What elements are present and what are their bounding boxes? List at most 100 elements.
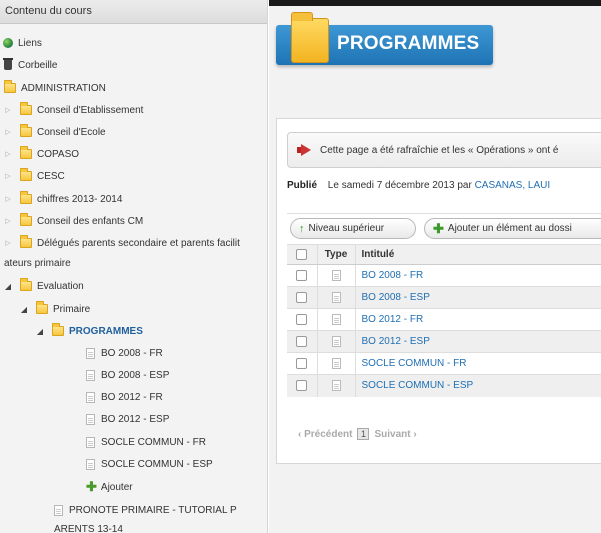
sidebar-item-delegues-parents-wrap: ateurs primaire [0, 252, 267, 274]
pagination: ‹ Précédent 1 Suivant › [298, 428, 417, 440]
expand-arrow-icon[interactable]: ▷ [2, 237, 14, 249]
type-cell [317, 374, 356, 397]
next-button[interactable]: Suivant › [374, 429, 416, 440]
sidebar-item-copaso[interactable]: ▷ COPASO [0, 143, 267, 165]
select-all-checkbox[interactable] [296, 248, 308, 260]
type-cell [317, 286, 356, 309]
published-info: Publié Le samedi 7 décembre 2013 par CAS… [287, 180, 550, 191]
sidebar-item-conseil-ecole[interactable]: ▷ Conseil d'Ecole [0, 121, 267, 143]
add-item-button[interactable]: ✚ Ajouter un élément au dossi [424, 218, 601, 239]
sidebar-item-label: BO 2008 - ESP [101, 369, 170, 381]
expand-arrow-icon[interactable]: ▷ [2, 193, 14, 205]
title-link[interactable]: SOCLE COMMUN - ESP [355, 374, 601, 397]
sidebar-item-conseil-etablissement[interactable]: ▷ Conseil d'Etablissement [0, 99, 267, 121]
document-icon [86, 458, 95, 470]
title-link[interactable]: BO 2008 - ESP [355, 286, 601, 309]
folder-icon [36, 301, 48, 314]
row-checkbox[interactable] [296, 357, 308, 369]
sidebar-item-socle-esp[interactable]: SOCLE COMMUN - ESP [0, 453, 267, 475]
sidebar-item-bo2012-fr[interactable]: BO 2012 - FR [0, 386, 267, 408]
sidebar-item-programmes[interactable]: ◢ PROGRAMMES [0, 320, 267, 342]
title-link[interactable]: BO 2012 - FR [355, 308, 601, 331]
expand-arrow-icon[interactable]: ▷ [2, 126, 14, 138]
sidebar-item-label: SOCLE COMMUN - FR [101, 436, 206, 448]
sidebar-item-label: Primaire [53, 303, 91, 315]
type-cell [317, 264, 356, 287]
sidebar-item-cesc[interactable]: ▷ CESC [0, 165, 267, 187]
title-link[interactable]: BO 2008 - FR [355, 264, 601, 287]
notice-text: Cette page a été rafraîchie et les « Opé… [320, 144, 559, 156]
document-icon [86, 369, 95, 381]
folder-icon [20, 102, 32, 115]
published-date: Le samedi 7 décembre 2013 par [327, 180, 475, 191]
add-icon: ✚ [86, 479, 97, 494]
row-checkbox[interactable] [296, 335, 308, 347]
table-row: BO 2012 - FR [287, 308, 601, 331]
sidebar-item-conseil-enfants[interactable]: ▷ Conseil des enfants CM [0, 210, 267, 232]
document-icon [331, 313, 341, 325]
row-select-cell [287, 330, 318, 353]
sidebar-item-bo2008-fr[interactable]: BO 2008 - FR [0, 342, 267, 364]
sidebar-item-label: Conseil d'Ecole [37, 126, 106, 138]
expand-arrow-icon[interactable]: ▷ [2, 170, 14, 182]
collapse-arrow-icon[interactable]: ◢ [18, 303, 30, 315]
sidebar-item-chiffres[interactable]: ▷ chiffres 2013- 2014 [0, 188, 267, 210]
document-icon [86, 413, 95, 425]
expand-arrow-icon[interactable]: ▷ [2, 104, 14, 116]
type-cell [317, 308, 356, 331]
folder-icon [291, 12, 329, 63]
sidebar-item-corbeille[interactable]: Corbeille [0, 54, 267, 76]
table-row: SOCLE COMMUN - ESP [287, 374, 601, 397]
type-cell [317, 352, 356, 375]
sidebar-item-bo2012-esp[interactable]: BO 2012 - ESP [0, 408, 267, 430]
sidebar-item-label: BO 2012 - ESP [101, 413, 170, 425]
trash-icon [3, 58, 13, 70]
folder-icon [20, 278, 32, 291]
document-icon [331, 380, 341, 392]
folder-icon [20, 191, 32, 204]
row-checkbox[interactable] [296, 380, 308, 392]
row-checkbox[interactable] [296, 269, 308, 281]
sidebar-item-label: Ajouter [100, 481, 133, 493]
sidebar-item-label: PROGRAMMES [69, 325, 143, 337]
arrow-up-icon: ↑ [299, 222, 305, 235]
title-link[interactable]: SOCLE COMMUN - FR [355, 352, 601, 375]
sidebar-item-label: ateurs primaire [4, 257, 71, 269]
sidebar-add-button[interactable]: ✚ Ajouter [0, 476, 267, 498]
row-select-cell [287, 374, 318, 397]
sidebar-item-bo2008-esp[interactable]: BO 2008 - ESP [0, 364, 267, 386]
parent-level-button[interactable]: ↑ Niveau supérieur [290, 218, 416, 239]
author-link[interactable]: CASANAS, LAUI [475, 180, 551, 191]
expand-arrow-icon[interactable]: ▷ [2, 215, 14, 227]
table-row: SOCLE COMMUN - FR [287, 352, 601, 375]
refresh-notice: Cette page a été rafraîchie et les « Opé… [287, 132, 601, 168]
previous-button[interactable]: ‹ Précédent [298, 429, 352, 440]
select-all-cell [287, 244, 318, 265]
sidebar-item-primaire[interactable]: ◢ Primaire [0, 298, 267, 320]
document-icon [331, 269, 341, 281]
row-checkbox[interactable] [296, 313, 308, 325]
title-column-header[interactable]: Intitulé [355, 244, 601, 265]
sidebar-item-evaluation[interactable]: ◢ Evaluation [0, 275, 267, 297]
type-column-header[interactable]: Type [317, 244, 356, 265]
table-header-row: Type Intitulé [287, 244, 601, 265]
sidebar-item-label: CESC [37, 170, 65, 182]
published-label: Publié [287, 180, 318, 191]
sidebar-item-administration[interactable]: ADMINISTRATION [0, 77, 267, 99]
expand-arrow-icon[interactable]: ▷ [2, 148, 14, 160]
page-number[interactable]: 1 [357, 428, 370, 440]
collapse-arrow-icon[interactable]: ◢ [34, 325, 46, 337]
sidebar-item-liens[interactable]: Liens [0, 32, 267, 54]
collapse-arrow-icon[interactable]: ◢ [2, 280, 14, 292]
row-checkbox[interactable] [296, 291, 308, 303]
globe-icon [3, 38, 13, 48]
add-icon: ✚ [433, 220, 444, 236]
document-icon [331, 335, 341, 347]
sidebar-item-delegues-parents[interactable]: ▷ Délégués parents secondaire et parents… [0, 232, 267, 254]
table-row: BO 2012 - ESP [287, 330, 601, 353]
row-select-cell [287, 286, 318, 309]
document-icon [86, 436, 95, 448]
sidebar-item-socle-fr[interactable]: SOCLE COMMUN - FR [0, 431, 267, 453]
page-title: PROGRAMMES [337, 33, 480, 54]
title-link[interactable]: BO 2012 - ESP [355, 330, 601, 353]
